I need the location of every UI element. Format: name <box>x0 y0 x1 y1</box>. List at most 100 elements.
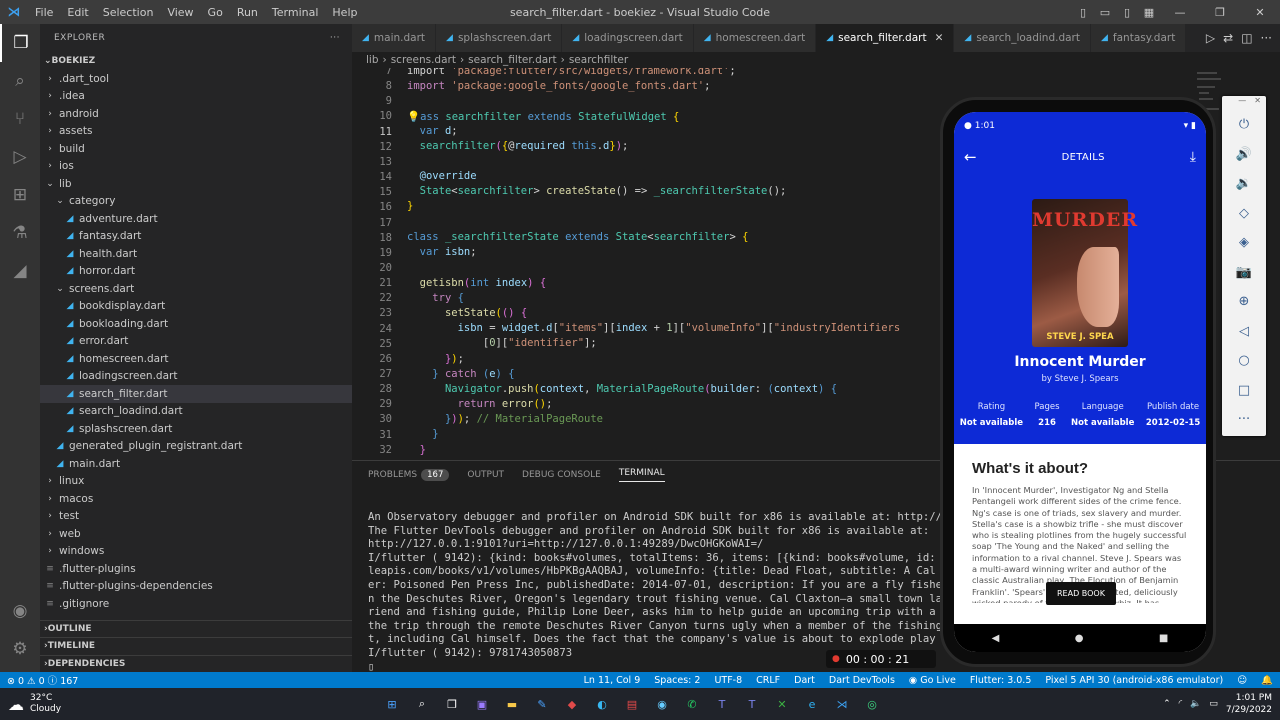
nav-back-icon[interactable]: ◀ <box>992 633 1000 644</box>
read-book-button[interactable]: READ BOOK <box>1046 582 1116 605</box>
device-selector[interactable]: Pixel 5 API 30 (android-x86 emulator) <box>1038 675 1230 686</box>
vscode-taskbar-icon[interactable]: ⋊ <box>830 692 854 716</box>
indentation[interactable]: Spaces: 2 <box>647 675 707 686</box>
file-item[interactable]: ◢ bookloading.dart <box>40 315 352 333</box>
section-timeline[interactable]: › TIMELINE <box>40 637 352 655</box>
panel-tab-terminal[interactable]: TERMINAL <box>618 468 665 482</box>
camera-app-icon[interactable]: ◉ <box>650 692 674 716</box>
file-item[interactable]: ◢ search_filter.dart <box>40 385 352 403</box>
language-mode[interactable]: Dart <box>787 675 822 686</box>
file-item[interactable]: ◢ fantasy.dart <box>40 228 352 246</box>
folder-item[interactable]: › linux <box>40 473 352 491</box>
folder-item[interactable]: › ios <box>40 158 352 176</box>
app-red-icon[interactable]: ▤ <box>620 692 644 716</box>
folder-item[interactable]: › windows <box>40 543 352 561</box>
file-item[interactable]: ≡ .flutter-plugins <box>40 560 352 578</box>
volume-icon[interactable]: 🔈 <box>1190 699 1201 709</box>
close-tab-icon[interactable]: ✕ <box>935 32 944 44</box>
menu-help[interactable]: Help <box>325 6 364 19</box>
tab-main[interactable]: ◢ main.dart <box>352 24 437 52</box>
menu-selection[interactable]: Selection <box>96 6 161 19</box>
file-item[interactable]: ≡ .flutter-plugins-dependencies <box>40 578 352 596</box>
file-item[interactable]: ≡ .gitignore <box>40 595 352 613</box>
folder-item[interactable]: ⌄ lib <box>40 175 352 193</box>
file-item[interactable]: ◢ adventure.dart <box>40 210 352 228</box>
open-changes-icon[interactable]: ⇄ <box>1223 31 1233 45</box>
back-icon[interactable]: ◁ <box>1222 317 1266 347</box>
download-icon[interactable]: ⤓ <box>1190 149 1196 165</box>
more-icon[interactable]: ··· <box>1222 405 1266 435</box>
file-item[interactable]: ◢ homescreen.dart <box>40 350 352 368</box>
dart-devtools[interactable]: Dart DevTools <box>822 675 902 686</box>
tab-fantasy[interactable]: ◢ fantasy.dart <box>1091 24 1187 52</box>
power-icon[interactable]: ⏻ <box>1222 110 1266 140</box>
workspace-root[interactable]: ⌄ BOEKIEZ <box>40 52 352 70</box>
breadcrumb-item[interactable]: lib <box>366 54 379 66</box>
panel-tab-output[interactable]: OUTPUT <box>467 470 504 480</box>
tab-loadingscreen[interactable]: ◢ loadingscreen.dart <box>562 24 694 52</box>
whatsapp-icon[interactable]: ✆ <box>680 692 704 716</box>
breadcrumb-item[interactable]: searchfilter <box>569 54 628 66</box>
wifi-icon[interactable]: ◜ <box>1179 699 1183 709</box>
folder-item[interactable]: ⌄ category <box>40 193 352 211</box>
toggle-sidebar-icon[interactable]: ▯ <box>1072 6 1094 19</box>
folder-item[interactable]: › macos <box>40 490 352 508</box>
overview-icon[interactable]: □ <box>1222 376 1266 406</box>
menu-terminal[interactable]: Terminal <box>265 6 326 19</box>
tab-splashscreen[interactable]: ◢ splashscreen.dart <box>436 24 563 52</box>
home-icon[interactable]: ○ <box>1222 346 1266 376</box>
source-control-icon[interactable]: ⑂ <box>0 100 40 138</box>
folder-item[interactable]: › build <box>40 140 352 158</box>
volume-up-icon[interactable]: 🔊 <box>1222 140 1266 170</box>
breadcrumb-item[interactable]: search_filter.dart <box>468 54 556 66</box>
flutter-version[interactable]: Flutter: 3.0.5 <box>963 675 1039 686</box>
file-item[interactable]: ◢ error.dart <box>40 333 352 351</box>
rotate-left-icon[interactable]: ◇ <box>1222 199 1266 229</box>
code-editor[interactable]: 7 8 9 10 11 12 13 14 15 16 17 18 19 20 21 22 23 24 25 26 27 2… <box>352 68 900 460</box>
tab-homescreen[interactable]: ◢ homescreen.dart <box>693 24 817 52</box>
encoding[interactable]: UTF-8 <box>707 675 749 686</box>
folder-item[interactable]: › android <box>40 105 352 123</box>
file-item[interactable]: ◢ health.dart <box>40 245 352 263</box>
tab-search_loadind[interactable]: ◢ search_loadind.dart <box>954 24 1091 52</box>
menu-edit[interactable]: Edit <box>60 6 95 19</box>
camera-icon[interactable]: 📷 <box>1222 258 1266 288</box>
cursor-position[interactable]: Ln 11, Col 9 <box>577 675 648 686</box>
edge-icon[interactable]: e <box>800 692 824 716</box>
run-debug-icon[interactable]: ▷ <box>0 138 40 176</box>
file-item[interactable]: ◢ main.dart <box>40 455 352 473</box>
customize-layout-icon[interactable]: ▦ <box>1138 6 1160 19</box>
section-dependencies[interactable]: › DEPENDENCIES <box>40 654 352 673</box>
file-item[interactable]: ◢ splashscreen.dart <box>40 420 352 438</box>
explorer-icon[interactable]: ❐ <box>0 24 40 62</box>
teams-icon[interactable]: T <box>710 692 734 716</box>
testing-icon[interactable]: ⚗ <box>0 214 40 252</box>
minimize-button[interactable]: — <box>1160 6 1200 19</box>
file-explorer-icon[interactable]: ▬ <box>500 692 524 716</box>
file-item[interactable]: ◢ bookdisplay.dart <box>40 298 352 316</box>
breadcrumb-item[interactable]: screens.dart <box>391 54 456 66</box>
rotate-right-icon[interactable]: ◈ <box>1222 228 1266 258</box>
xbox-icon[interactable]: ✕ <box>770 692 794 716</box>
toggle-panel-icon[interactable]: ▭ <box>1094 6 1116 19</box>
tab-search_filter[interactable]: ◢ search_filter.dart ✕ <box>816 24 955 52</box>
battery-icon[interactable]: ▭ <box>1209 699 1218 709</box>
run-icon[interactable]: ▷ <box>1206 31 1215 45</box>
search-icon[interactable]: ⌕ <box>0 62 40 100</box>
folder-item[interactable]: › test <box>40 508 352 526</box>
settings-gear-icon[interactable]: ⚙ <box>0 630 40 668</box>
volume-down-icon[interactable]: 🔉 <box>1222 169 1266 199</box>
clock[interactable]: 1:01 PM 7/29/2022 <box>1226 692 1272 716</box>
tray-chevron-icon[interactable]: ⌃ <box>1163 699 1171 709</box>
minimize-emulator-icon[interactable]: — <box>1238 96 1246 110</box>
account-icon[interactable]: ◉ <box>0 592 40 630</box>
nav-home-icon[interactable]: ● <box>1075 633 1084 644</box>
file-item[interactable]: ◢ loadingscreen.dart <box>40 368 352 386</box>
folder-item[interactable]: ⌄ screens.dart <box>40 280 352 298</box>
toggle-secondary-sidebar-icon[interactable]: ▯ <box>1116 6 1138 19</box>
folder-item[interactable]: › web <box>40 525 352 543</box>
more-actions-icon[interactable]: ··· <box>1261 31 1272 45</box>
file-item[interactable]: ◢ search_loadind.dart <box>40 403 352 421</box>
file-item[interactable]: ◢ generated_plugin_registrant.dart <box>40 438 352 456</box>
more-actions-icon[interactable]: ··· <box>330 33 340 43</box>
